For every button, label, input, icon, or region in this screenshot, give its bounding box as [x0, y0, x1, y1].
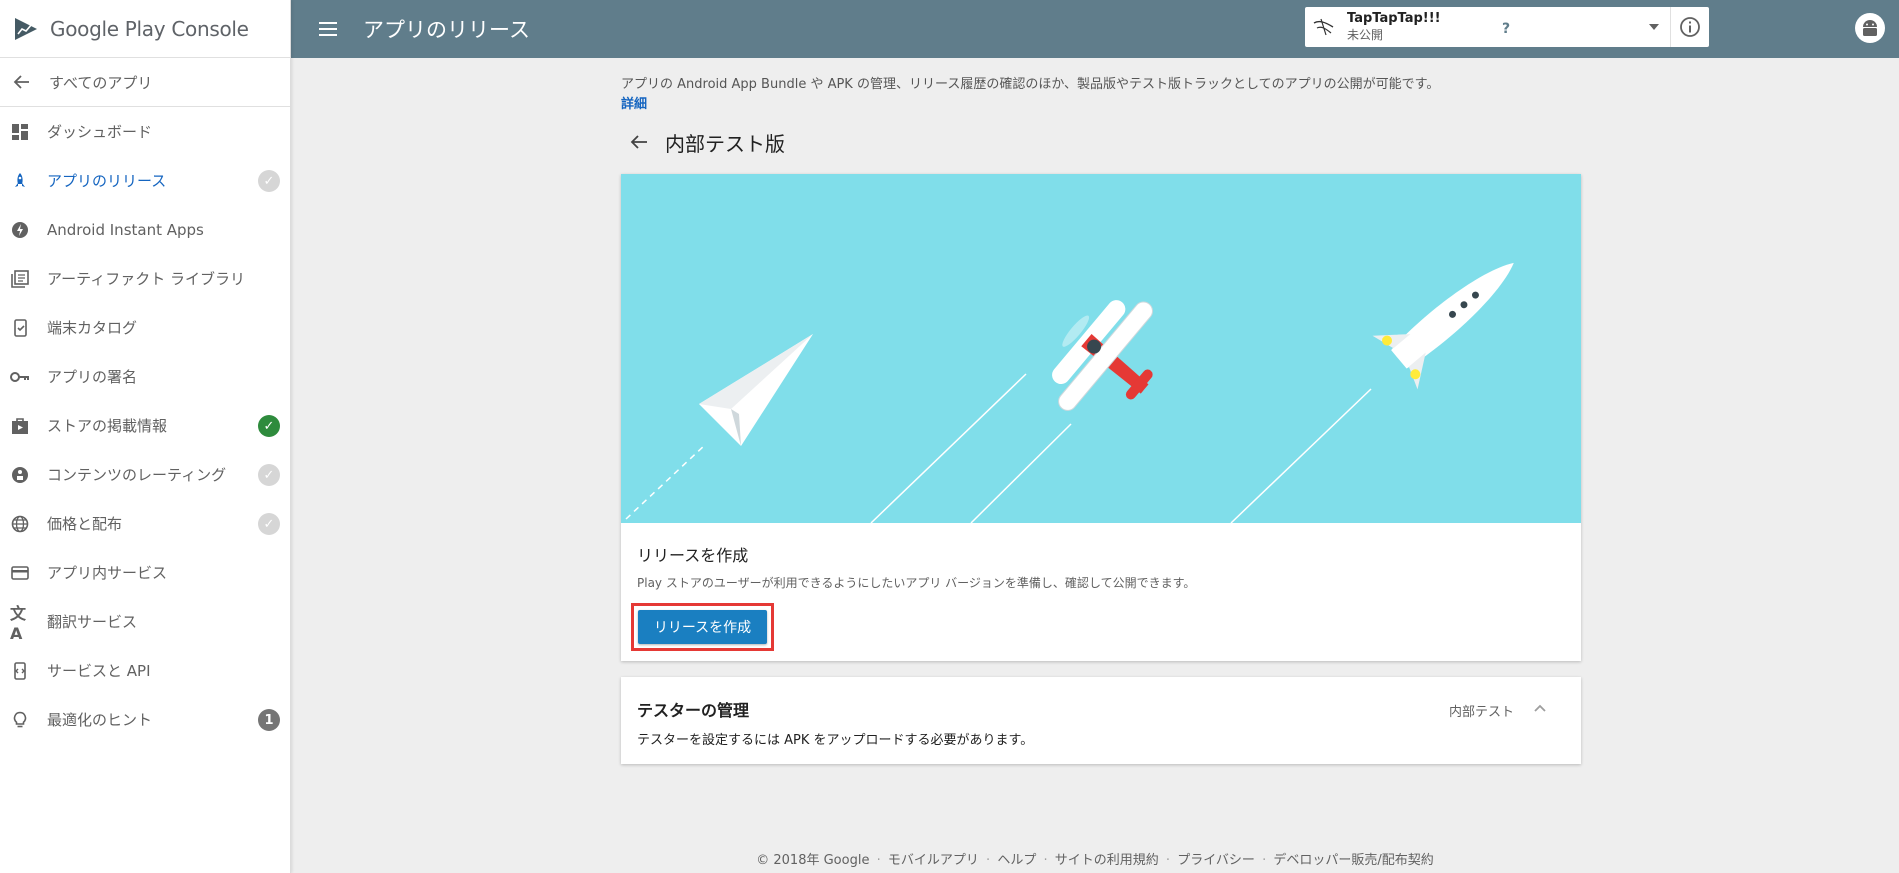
sidebar: Google Play Console すべてのアプリ ダッシュボード アプリの… — [0, 0, 291, 873]
sidebar-item-content-rating[interactable]: コンテンツのレーティング ✓ — [0, 450, 290, 499]
check-icon: ✓ — [258, 415, 280, 437]
sidebar-item-label: アプリの署名 — [47, 368, 138, 386]
card-title: テスターの管理 — [637, 701, 750, 720]
brand-name: Google Play Console — [50, 17, 249, 41]
sidebar-item-optimization-tips[interactable]: 最適化のヒント 1 — [0, 695, 290, 744]
sidebar-item-label: アーティファクト ライブラリ — [47, 270, 245, 288]
info-icon[interactable] — [1679, 16, 1701, 38]
lightning-icon — [10, 220, 30, 240]
separator: · — [986, 853, 991, 868]
app-names: TapTapTap!!! 未公開 — [1347, 11, 1441, 43]
brand[interactable]: Google Play Console — [0, 0, 290, 58]
rating-icon — [10, 465, 30, 485]
page-title: アプリのリリース — [363, 18, 530, 42]
lightbulb-icon — [10, 710, 30, 730]
check-icon: ✓ — [258, 464, 280, 486]
sidebar-item-pricing-distribution[interactable]: 価格と配布 ✓ — [0, 499, 290, 548]
footer-link-distribution-agreement[interactable]: デベロッパー販売/配布契約 — [1273, 853, 1433, 868]
sidebar-item-services-api[interactable]: サービスと API — [0, 646, 290, 695]
footer-link-terms[interactable]: サイトの利用規約 — [1055, 853, 1159, 868]
sidebar-item-label: コンテンツのレーティング — [47, 466, 227, 484]
sidebar-item-label: 端末カタログ — [47, 319, 138, 337]
sidebar-item-app-releases[interactable]: アプリのリリース ✓ — [0, 156, 290, 205]
app-name: TapTapTap!!! — [1347, 11, 1441, 26]
sidebar-item-label: アプリのリリース — [47, 172, 167, 190]
top-app-bar: アプリのリリース TapTapTap!!! 未公開 ? — [291, 0, 1899, 58]
dashboard-icon — [10, 122, 30, 142]
chevron-up-icon[interactable] — [1531, 699, 1549, 717]
store-listing-icon — [10, 416, 30, 436]
check-icon: ✓ — [258, 170, 280, 192]
library-icon — [10, 269, 30, 289]
app-status: 未公開 — [1347, 28, 1384, 42]
intro-text: アプリの Android App Bundle や APK の管理、リリース履歴… — [621, 77, 1440, 92]
create-release-button[interactable]: リリースを作成 — [638, 610, 767, 644]
section-title: 内部テスト版 — [665, 131, 785, 156]
brand-console: Console — [171, 16, 249, 41]
card-description: テスターを設定するには APK をアップロードする必要があります。 — [637, 733, 1034, 748]
dropdown-arrow-icon — [1649, 24, 1659, 30]
card-title: リリースを作成 — [637, 546, 749, 565]
learn-more-link[interactable]: 詳細 — [621, 93, 647, 112]
separator: · — [1262, 853, 1267, 868]
account-avatar-icon[interactable] — [1854, 12, 1886, 44]
divider — [1670, 7, 1671, 47]
footer-link-privacy[interactable]: プライバシー — [1177, 853, 1255, 868]
all-apps-link[interactable]: すべてのアプリ — [0, 58, 290, 107]
brand-google: Google Play — [50, 16, 166, 41]
help-icon[interactable]: ? — [1494, 16, 1518, 40]
play-console-logo-icon — [15, 17, 37, 40]
device-catalog-icon — [10, 318, 30, 338]
arrow-back-icon — [12, 72, 32, 92]
sidebar-item-label: アプリ内サービス — [47, 564, 168, 582]
menu-icon[interactable] — [315, 16, 341, 42]
sidebar-item-artifact-library[interactable]: アーティファクト ライブラリ — [0, 254, 290, 303]
section-header: 内部テスト版 — [621, 126, 1581, 158]
translate-icon: 文A — [10, 604, 27, 643]
key-icon — [10, 367, 30, 387]
sidebar-nav: ダッシュボード アプリのリリース ✓ Android Instant Apps … — [0, 107, 290, 744]
sidebar-item-label: 翻訳サービス — [47, 613, 138, 631]
count-badge: 1 — [258, 709, 280, 731]
footer: © 2018年 Google · モバイルアプリ · ヘルプ · サイトの利用規… — [291, 849, 1899, 868]
svg-text:?: ? — [1502, 21, 1510, 37]
sidebar-item-label: ストアの掲載情報 — [47, 417, 168, 435]
separator: · — [1165, 853, 1171, 868]
separator: · — [1043, 853, 1048, 868]
track-tag: 内部テスト — [1448, 705, 1514, 720]
footer-link-help[interactable]: ヘルプ — [997, 853, 1036, 868]
separator: · — [876, 853, 881, 868]
sidebar-item-device-catalog[interactable]: 端末カタログ — [0, 303, 290, 352]
card-body: リリースを作成 Play ストアのユーザーが利用できるようにしたいアプリ バージ… — [621, 523, 1581, 661]
hero-illustration — [621, 174, 1581, 523]
globe-icon — [10, 514, 30, 534]
sidebar-item-label: サービスと API — [47, 662, 151, 680]
app-icon — [1313, 18, 1334, 36]
sidebar-item-instant-apps[interactable]: Android Instant Apps — [0, 205, 290, 254]
copyright: © 2018年 Google — [756, 853, 870, 868]
manage-testers-card[interactable]: テスターの管理 テスターを設定するには APK をアップロードする必要があります… — [621, 677, 1581, 764]
footer-link-mobile-app[interactable]: モバイルアプリ — [888, 853, 979, 868]
all-apps-label: すべてのアプリ — [49, 73, 153, 92]
sidebar-item-dashboard[interactable]: ダッシュボード — [0, 107, 290, 156]
sidebar-item-translation[interactable]: 文A 翻訳サービス — [0, 597, 290, 646]
notifications-icon[interactable] — [1451, 16, 1475, 40]
rocket-icon — [10, 171, 30, 191]
create-release-card: リリースを作成 Play ストアのユーザーが利用できるようにしたいアプリ バージ… — [621, 174, 1581, 661]
card-description: Play ストアのユーザーが利用できるようにしたいアプリ バージョンを準備し、確… — [637, 576, 1196, 590]
sidebar-item-app-signing[interactable]: アプリの署名 — [0, 352, 290, 401]
back-arrow-icon[interactable] — [629, 131, 651, 153]
credit-card-icon — [10, 563, 30, 583]
sidebar-item-store-listing[interactable]: ストアの掲載情報 ✓ — [0, 401, 290, 450]
api-icon — [10, 661, 30, 681]
sidebar-item-label: 価格と配布 — [47, 515, 123, 533]
sidebar-item-label: 最適化のヒント — [47, 711, 153, 729]
check-icon: ✓ — [258, 513, 280, 535]
sidebar-item-in-app-products[interactable]: アプリ内サービス — [0, 548, 290, 597]
sidebar-item-label: Android Instant Apps — [47, 220, 204, 239]
sidebar-item-label: ダッシュボード — [47, 123, 153, 141]
main-content: アプリの Android App Bundle や APK の管理、リリース履歴… — [621, 58, 1581, 764]
